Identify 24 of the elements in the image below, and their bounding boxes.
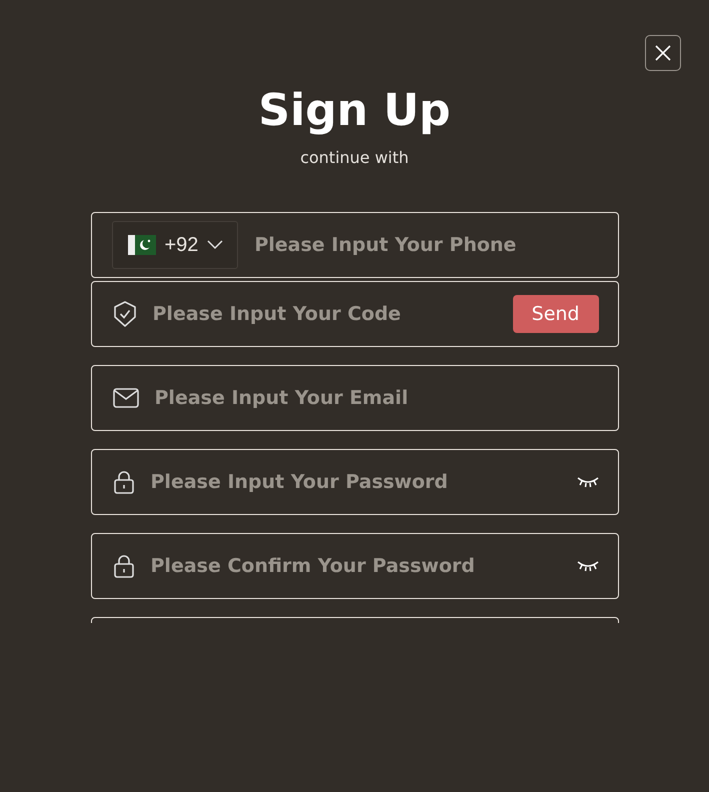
subtitle: continue with xyxy=(300,147,409,169)
lock-icon xyxy=(112,470,134,494)
phone-input[interactable]: Please Input Your Phone xyxy=(254,234,598,256)
closed-eye-icon[interactable] xyxy=(576,476,598,488)
code-input[interactable]: Please Input Your Code xyxy=(152,303,497,325)
flag-icon xyxy=(128,235,156,255)
envelope-icon xyxy=(112,388,138,408)
lock-icon xyxy=(112,554,134,578)
dialog-title: Sign Up xyxy=(258,84,451,138)
email-input[interactable]: Please Input Your Email xyxy=(154,387,598,409)
password-input[interactable]: Please Confirm Your Password xyxy=(150,555,560,577)
close-button[interactable] xyxy=(645,35,681,71)
send-button[interactable]: Send xyxy=(512,295,598,333)
code-field[interactable]: Please Input Your Code Send xyxy=(90,281,618,347)
shield-check-icon xyxy=(112,300,136,328)
closed-eye-icon[interactable] xyxy=(576,560,598,572)
password-field[interactable]: Please Confirm Your Password xyxy=(90,533,618,599)
password-input[interactable]: Please Input Your Password xyxy=(150,471,560,493)
country-code-selector[interactable]: +92 xyxy=(112,221,238,269)
email-field[interactable]: Please Input Your Email xyxy=(90,365,618,431)
password-field[interactable]: Please Input Your Password xyxy=(90,449,618,515)
close-icon xyxy=(654,44,672,62)
phone-field[interactable]: +92 Please Input Your Phone xyxy=(90,212,618,278)
chevron-down-icon xyxy=(207,240,224,250)
